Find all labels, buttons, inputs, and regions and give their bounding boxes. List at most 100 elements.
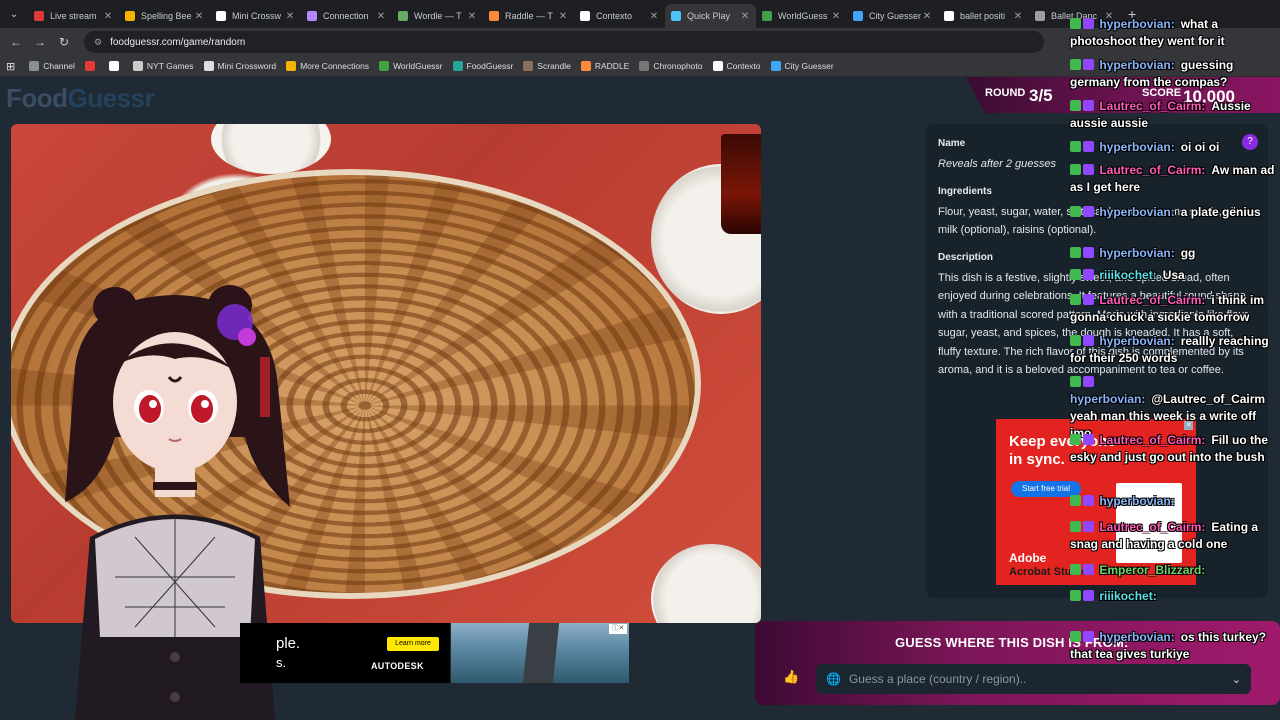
badge-icon: [1083, 495, 1094, 506]
chat-username: Lautrec_of_Cairm:: [1099, 433, 1206, 447]
chat-text: a plate genius: [1180, 205, 1261, 219]
bookmark-icon: [108, 61, 119, 71]
badge-icon: [1083, 59, 1094, 70]
bookmark-item[interactable]: [84, 61, 99, 71]
tab-close-icon[interactable]: ✕: [740, 11, 750, 22]
tab-title: City Guesser: [869, 11, 922, 21]
tab-close-icon[interactable]: ✕: [376, 11, 386, 22]
bookmark-item[interactable]: Contexto: [712, 61, 761, 71]
browser-tab[interactable]: WorldGuess ✕: [756, 4, 847, 28]
badge-icon: [1083, 141, 1094, 152]
back-icon[interactable]: ←: [4, 35, 28, 49]
chat-username: Lautrec_of_Cairm:: [1099, 163, 1206, 177]
bookmark-item[interactable]: Scrandle: [523, 61, 571, 71]
bookmark-item[interactable]: City Guesser: [770, 61, 834, 71]
tab-close-icon[interactable]: ✕: [831, 11, 841, 22]
globe-icon: 🌐: [826, 672, 841, 686]
browser-tab[interactable]: Spelling Bee ✕: [119, 4, 210, 28]
badge-icon: [1083, 164, 1094, 175]
round-label: ROUND: [985, 87, 1026, 99]
chat-username: hyperbovian:: [1099, 205, 1175, 219]
site-info-icon[interactable]: ⚙: [94, 37, 102, 48]
chat-text: Usa: [1162, 268, 1185, 282]
chat-username: hyperbovian:: [1099, 246, 1175, 260]
address-bar[interactable]: ⚙ foodguessr.com/game/random: [84, 31, 1044, 53]
browser-tab[interactable]: Live stream ✕: [28, 4, 119, 28]
tab-close-icon[interactable]: ✕: [103, 11, 113, 22]
chat-username: Lautrec_of_Cairm:: [1099, 293, 1206, 307]
bookmark-item[interactable]: WorldGuessr: [379, 61, 443, 71]
bookmark-icon: [379, 61, 390, 71]
reload-icon[interactable]: ↻: [52, 35, 76, 49]
chat-message: Lautrec_of_Cairm: Eating a snag and havin…: [1070, 519, 1280, 553]
chat-message: hyperbovian: a plate genius: [1070, 204, 1280, 221]
bookmark-item[interactable]: FoodGuessr: [452, 61, 513, 71]
apps-icon[interactable]: ⊞: [6, 60, 15, 73]
badge-icon: [1070, 269, 1081, 280]
tab-favicon-icon: [216, 11, 226, 21]
forward-icon[interactable]: →: [28, 35, 52, 49]
tab-close-icon[interactable]: ✕: [922, 11, 932, 22]
autodesk-ad[interactable]: ple. s. Learn more AUTODESK: [240, 623, 450, 683]
adobe-brand: Adobe: [1009, 551, 1047, 565]
tab-title: Mini Crossw: [232, 11, 282, 21]
bookmark-label: WorldGuessr: [393, 61, 443, 71]
tab-close-icon[interactable]: ✕: [467, 11, 477, 22]
ad-close-icon[interactable]: ⓘ✕: [609, 624, 627, 634]
browser-tab[interactable]: Contexto ✕: [574, 4, 665, 28]
chat-message: hyperbovian: os this turkey? that tea giv…: [1070, 629, 1280, 663]
tab-favicon-icon: [398, 11, 408, 21]
foodguessr-logo[interactable]: FoodGuessr: [6, 83, 155, 114]
bookmark-icon: [286, 61, 297, 71]
chat-message: Emperor_Blizzard:: [1070, 562, 1280, 579]
bookmark-item[interactable]: Mini Crossword: [203, 61, 276, 71]
chat-message: hyperbovian:: [1070, 493, 1280, 510]
browser-tab[interactable]: Raddle — T ✕: [483, 4, 574, 28]
browser-tab[interactable]: City Guesser ✕: [847, 4, 938, 28]
ad-learn-more-button[interactable]: Learn more: [387, 637, 439, 651]
bookmark-item[interactable]: More Connections: [286, 61, 369, 71]
tab-title: Live stream: [50, 11, 97, 21]
bookmark-label: NYT Games: [146, 61, 194, 71]
bookmark-label: More Connections: [300, 61, 370, 71]
thumbs-up-icon[interactable]: 👍: [783, 669, 799, 685]
chat-message: Lautrec_of_Cairm: Aw man ad as I get here: [1070, 162, 1280, 196]
tab-close-icon[interactable]: ✕: [285, 11, 295, 22]
badge-icon: [1083, 434, 1094, 445]
badge-icon: [1070, 164, 1081, 175]
ad-bridge-image[interactable]: ⓘ✕: [451, 623, 629, 683]
tab-favicon-icon: [944, 11, 954, 21]
bookmark-item[interactable]: Channel: [29, 61, 75, 71]
bookmark-icon: [29, 61, 40, 71]
tab-favicon-icon: [34, 11, 44, 21]
browser-tab[interactable]: Wordle — T ✕: [392, 4, 483, 28]
bookmark-item[interactable]: [108, 61, 123, 71]
tab-favicon-icon: [580, 11, 590, 21]
tab-favicon-icon: [489, 11, 499, 21]
chat-message: hyperbovian: guessing germany from the co…: [1070, 57, 1280, 91]
tab-close-icon[interactable]: ✕: [649, 11, 659, 22]
badge-icon: [1083, 18, 1094, 29]
browser-tab[interactable]: Connection ✕: [301, 4, 392, 28]
tab-close-icon[interactable]: ✕: [194, 11, 204, 22]
badge-icon: [1083, 376, 1094, 387]
chat-message: riiikochet:: [1070, 588, 1280, 605]
browser-tab[interactable]: ballet positi ✕: [938, 4, 1029, 28]
tab-favicon-icon: [853, 11, 863, 21]
tab-close-icon[interactable]: ✕: [558, 11, 568, 22]
bookmark-item[interactable]: RADDLE: [580, 61, 629, 71]
badge-icon: [1083, 247, 1094, 258]
browser-tab[interactable]: Quick Play ✕: [665, 4, 756, 28]
tab-title: ballet positi: [960, 11, 1006, 21]
bookmark-label: Channel: [43, 61, 75, 71]
chat-username: hyperbovian:: [1070, 392, 1146, 406]
tab-close-icon[interactable]: ✕: [1013, 11, 1023, 22]
bookmark-item[interactable]: Chronophoto: [639, 61, 703, 71]
badge-icon: [1083, 335, 1094, 346]
tab-search-icon[interactable]: ⌄: [0, 0, 28, 28]
badge-icon: [1070, 521, 1081, 532]
browser-tab[interactable]: Mini Crossw ✕: [210, 4, 301, 28]
tab-favicon-icon: [762, 11, 772, 21]
bookmark-item[interactable]: NYT Games: [132, 61, 194, 71]
chat-username: hyperbovian:: [1099, 17, 1175, 31]
